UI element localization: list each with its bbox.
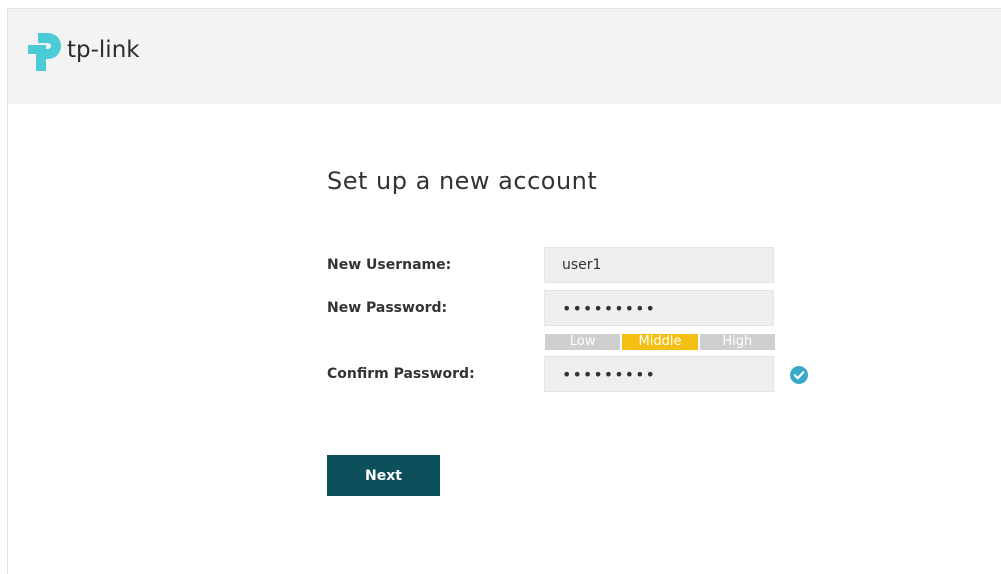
username-label: New Username:	[327, 257, 452, 273]
brand-logo: tp-link	[28, 33, 140, 71]
next-button[interactable]: Next	[327, 455, 440, 496]
password-input[interactable]	[544, 290, 774, 326]
header-bar: tp-link	[8, 9, 1001, 104]
strength-middle: Middle	[622, 334, 698, 350]
password-label: New Password:	[327, 300, 448, 316]
brand-name: tp-link	[67, 37, 140, 63]
username-input[interactable]	[544, 247, 774, 283]
page-frame: tp-link Set up a new account New Usernam…	[7, 8, 1001, 574]
confirm-password-label: Confirm Password:	[327, 366, 475, 382]
strength-high: High	[699, 334, 775, 350]
strength-low: Low	[545, 334, 621, 350]
confirm-password-input[interactable]	[544, 356, 774, 392]
page-title: Set up a new account	[327, 167, 598, 195]
password-strength-meter: Low Middle High	[545, 334, 775, 350]
tp-link-logo-icon	[28, 33, 61, 71]
check-circle-icon	[790, 366, 808, 384]
